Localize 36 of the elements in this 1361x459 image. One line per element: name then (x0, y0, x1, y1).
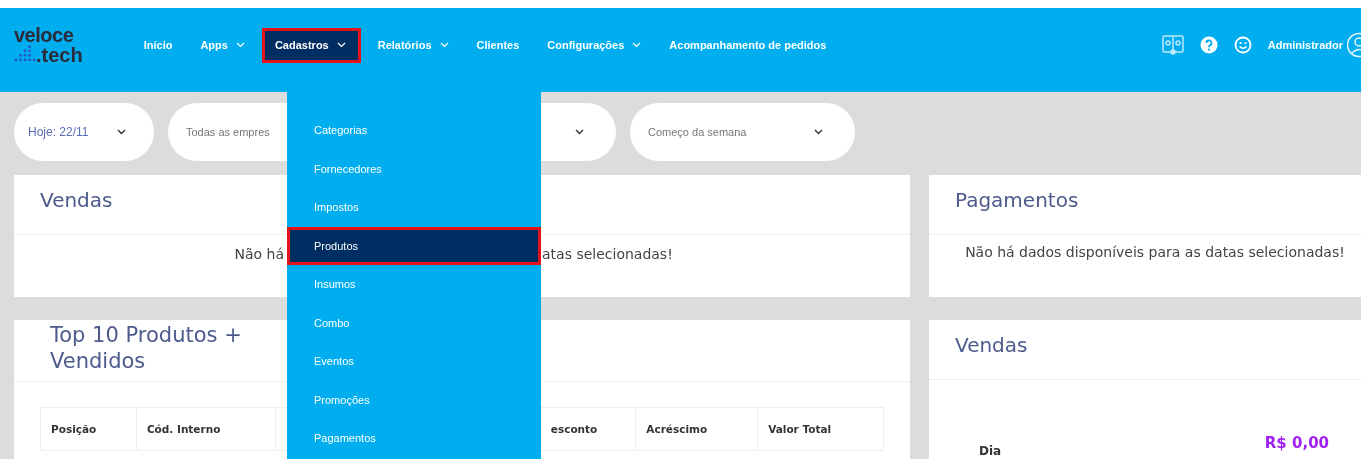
logo-text: .tech (36, 45, 83, 65)
column-header: Valor Total (767, 422, 833, 437)
dropdown-menu-item[interactable]: Insumos (287, 265, 541, 304)
period-label: Dia (979, 444, 1002, 458)
column-header: Cód. Interno (136, 408, 276, 450)
nav-menu-item[interactable]: Clientes (465, 27, 531, 63)
filter-dropdown[interactable]: Começo da semana (630, 103, 855, 161)
nav-menu-item[interactable]: Acompanhamento de pedidos (658, 27, 838, 63)
empty-message: Não há dados disponíveis para as datas selecionadas! (964, 243, 1346, 262)
dropdown-menu-item[interactable]: Combo (287, 303, 541, 342)
chevron-down-icon (575, 129, 584, 135)
nav-menu-item[interactable]: Cadastros (261, 27, 361, 63)
logo-text: veloce (14, 25, 75, 45)
dropdown-menu-item[interactable]: Categorias (287, 111, 541, 150)
chevron-down-icon (814, 129, 823, 135)
empty-message: Não há (234, 246, 284, 262)
logo-dots-icon (14, 45, 36, 62)
user-name[interactable]: Administrador (1267, 39, 1343, 51)
filter-dropdown[interactable]: Hoje: 22/11 (14, 103, 154, 161)
nav-menu-item[interactable]: Início (132, 27, 184, 63)
card-title: Vendas (929, 320, 1361, 380)
dropdown-menu-item[interactable]: Produtos (287, 226, 541, 265)
column-header: Acréscimo (636, 408, 759, 450)
dropdown-menu-item[interactable]: Impostos (287, 188, 541, 227)
dropdown-menu-item[interactable]: Eventos (287, 342, 541, 381)
nav-menu-item[interactable]: Relatórios (366, 27, 460, 63)
column-header: Posição (41, 408, 137, 450)
card-title: Top 10 Produtos + Vendidos (50, 322, 243, 375)
sales-amount: R$ 0,00 (1264, 434, 1329, 454)
nav-menu-item[interactable]: Configurações (536, 27, 653, 63)
chevron-down-icon (117, 129, 126, 135)
help-icon[interactable] (1199, 36, 1218, 54)
smiley-icon[interactable] (1233, 36, 1252, 54)
book-icon[interactable] (1161, 35, 1184, 55)
card-title: Pagamentos (929, 175, 1361, 235)
nav-menu-item[interactable]: Apps (189, 27, 256, 63)
